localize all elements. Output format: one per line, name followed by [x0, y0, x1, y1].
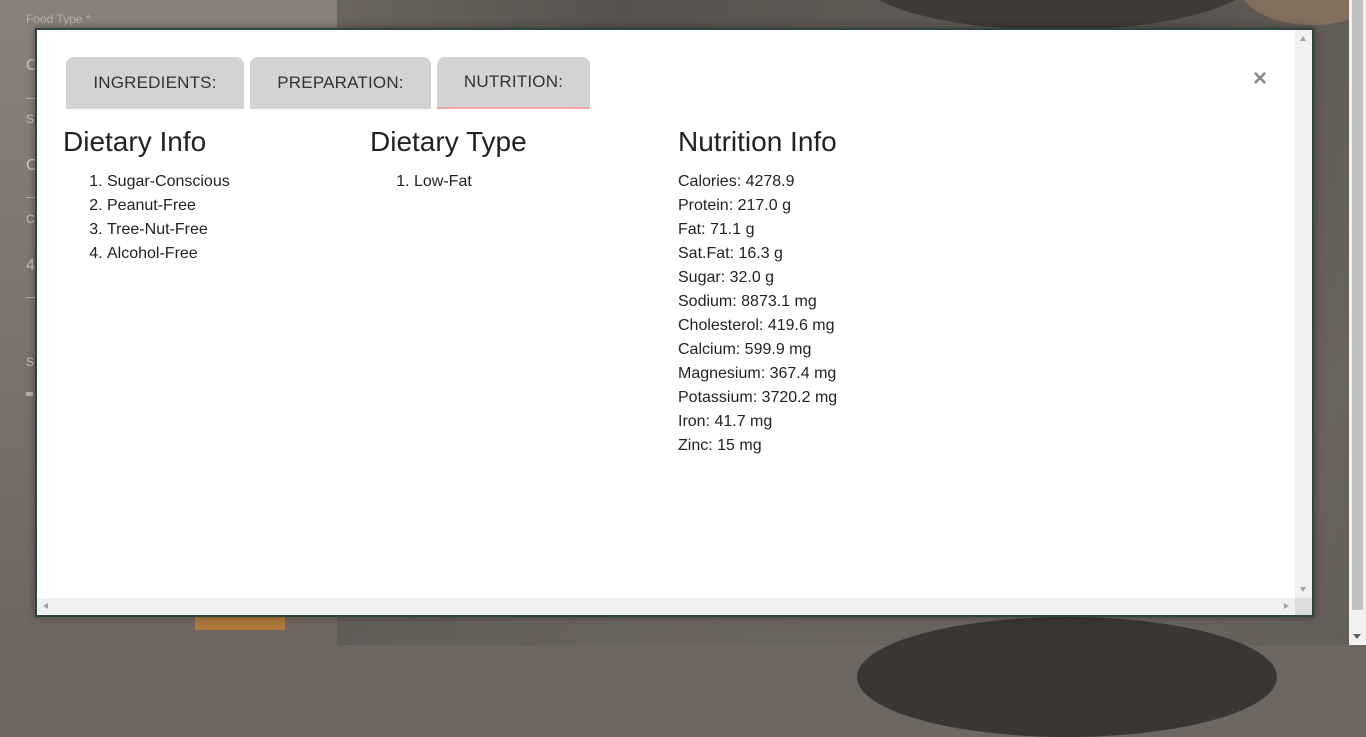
bg-field-value: 4 — [26, 257, 35, 274]
nutrition-row: Magnesium: 367.4 mg — [678, 365, 837, 382]
dietary-info-heading: Dietary Info — [63, 126, 207, 157]
nutrition-row: Potassium: 3720.2 mg — [678, 389, 838, 406]
page-scrollbar[interactable] — [1349, 0, 1366, 645]
scrollbar-corner — [1295, 598, 1312, 615]
recipe-details-modal: INGREDIENTS: PREPARATION: NUTRITION: × D… — [35, 28, 1314, 617]
list-item: Sugar-Conscious — [107, 170, 230, 194]
page-scrollbar-thumb[interactable] — [1352, 0, 1363, 610]
nutrition-row: Calcium: 599.9 mg — [678, 341, 812, 358]
scroll-down-arrow-icon[interactable] — [1353, 634, 1361, 639]
modal-horizontal-scrollbar[interactable] — [37, 598, 1295, 615]
tab-nutrition[interactable]: NUTRITION: — [437, 57, 590, 109]
bg-field-label: S — [26, 112, 35, 126]
nutrition-row: Fat: 71.1 g — [678, 221, 755, 238]
nutrition-info-section: Nutrition Info Calories: 4278.9 Protein:… — [678, 126, 837, 458]
dietary-info-list: Sugar-Conscious Peanut-Free Tree-Nut-Fre… — [63, 170, 230, 266]
list-item: Tree-Nut-Free — [107, 218, 230, 242]
bg-bowl — [857, 617, 1277, 737]
nutrition-info-heading: Nutrition Info — [678, 126, 837, 157]
close-icon[interactable]: × — [1250, 67, 1270, 91]
tab-preparation[interactable]: PREPARATION: — [250, 57, 431, 109]
modal-vertical-scrollbar[interactable] — [1295, 30, 1312, 598]
bg-plate — [1237, 0, 1366, 25]
list-item: Low-Fat — [414, 170, 527, 194]
scroll-right-arrow-icon[interactable] — [1284, 603, 1289, 609]
bg-field-label: S — [26, 355, 35, 369]
food-type-label: Food Type * — [26, 12, 91, 26]
scroll-up-arrow-icon[interactable] — [1300, 36, 1306, 41]
nutrition-row: Zinc: 15 mg — [678, 437, 762, 454]
scroll-left-arrow-icon[interactable] — [43, 603, 48, 609]
dietary-info-section: Dietary Info Sugar-Conscious Peanut-Free… — [63, 126, 230, 266]
nutrition-row: Calories: 4278.9 — [678, 173, 795, 190]
bg-checkbox — [26, 392, 33, 396]
nutrition-info-list: Calories: 4278.9 Protein: 217.0 g Fat: 7… — [678, 170, 837, 458]
dietary-type-section: Dietary Type Low-Fat — [370, 126, 527, 194]
scroll-down-arrow-icon[interactable] — [1300, 587, 1306, 592]
nutrition-row: Sodium: 8873.1 mg — [678, 293, 817, 310]
list-item: Alcohol-Free — [107, 242, 230, 266]
tab-ingredients[interactable]: INGREDIENTS: — [66, 57, 244, 109]
nutrition-row: Sugar: 32.0 g — [678, 269, 775, 286]
list-item: Peanut-Free — [107, 194, 230, 218]
dietary-type-list: Low-Fat — [370, 170, 527, 194]
nutrition-row: Protein: 217.0 g — [678, 197, 791, 214]
nutrition-row: Cholesterol: 419.6 mg — [678, 317, 835, 334]
nutrition-row: Iron: 41.7 mg — [678, 413, 773, 430]
nutrition-row: Sat.Fat: 16.3 g — [678, 245, 783, 262]
modal-content: INGREDIENTS: PREPARATION: NUTRITION: × D… — [37, 30, 1295, 598]
bg-field-label: C — [26, 212, 35, 226]
bg-submit-button — [195, 617, 285, 630]
bg-bowl — [857, 0, 1257, 30]
dietary-type-heading: Dietary Type — [370, 126, 527, 157]
